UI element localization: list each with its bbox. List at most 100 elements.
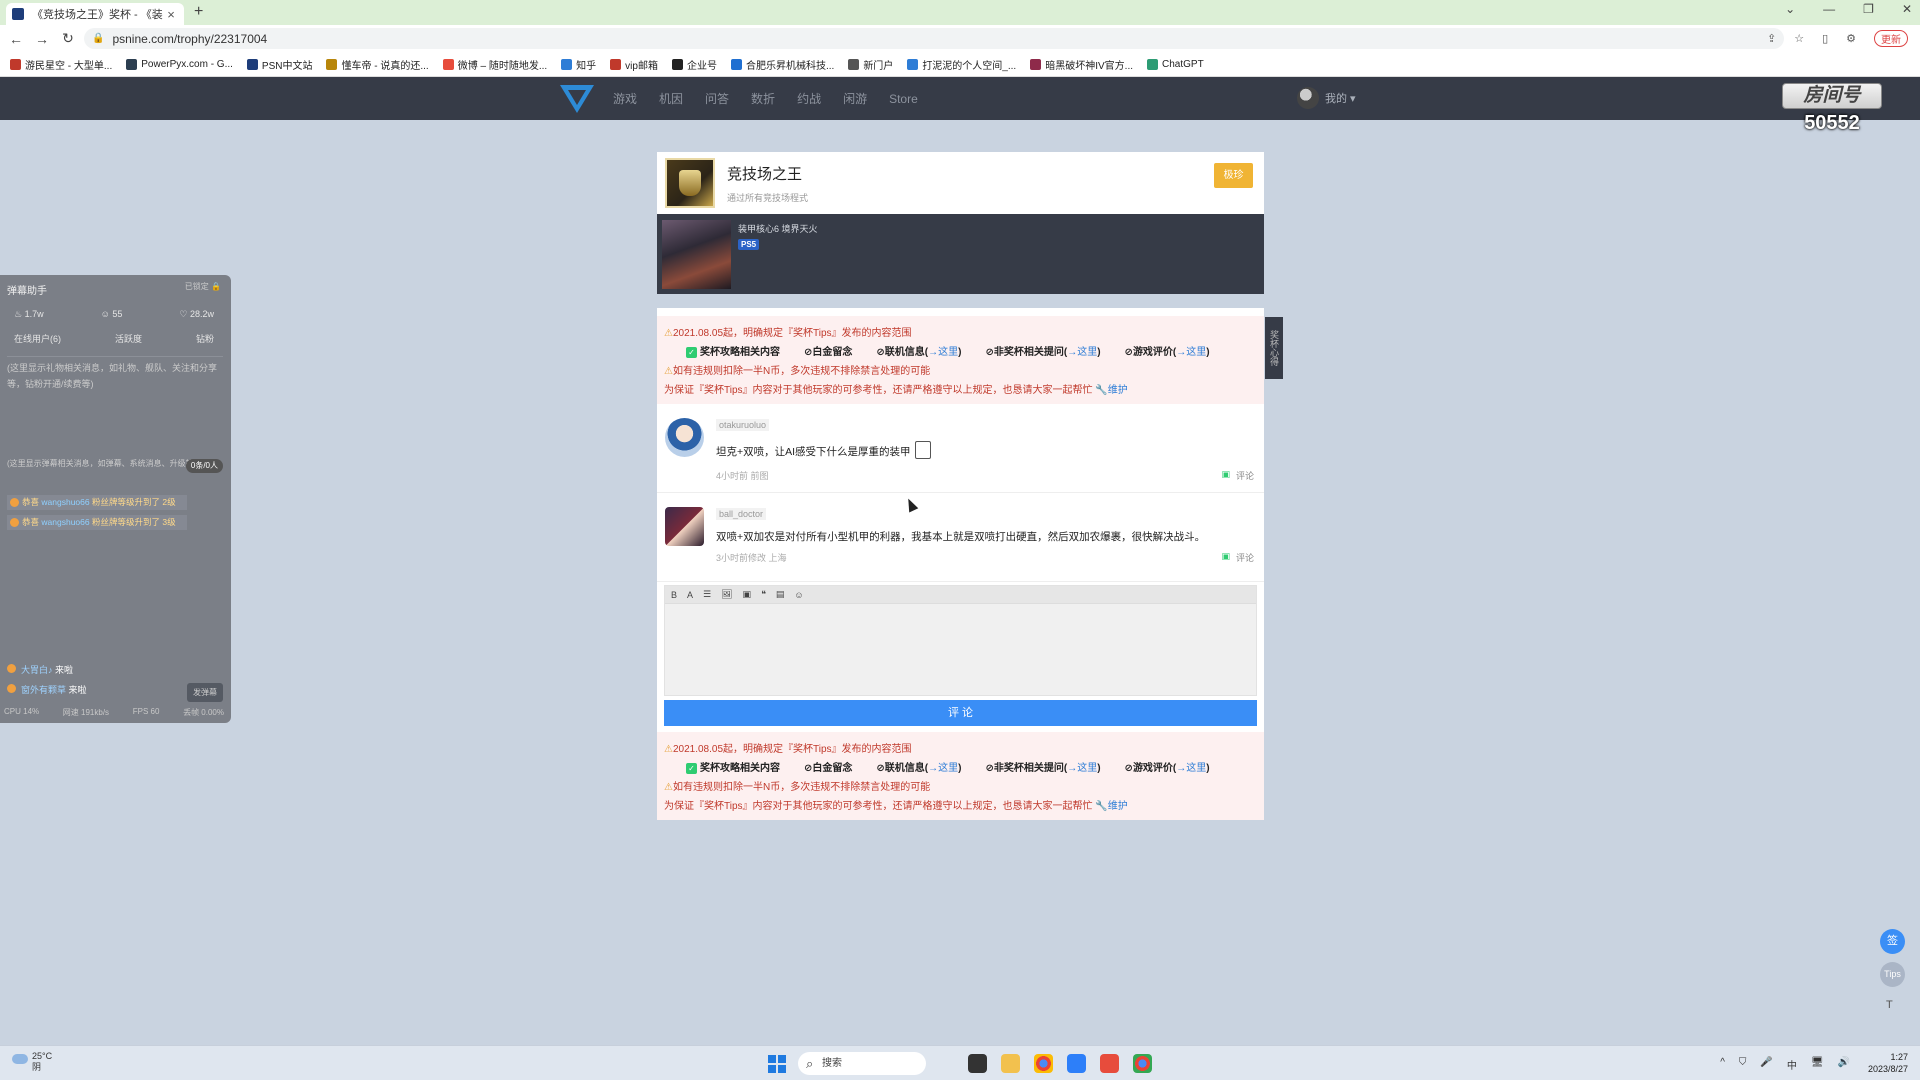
app-icon[interactable]	[1100, 1054, 1119, 1073]
emoji-icon[interactable]: ☺	[794, 590, 803, 600]
bookmark-label: 游民星空 - 大型单...	[25, 60, 113, 72]
flag-icon[interactable]: ▣	[1221, 551, 1230, 564]
rule-link[interactable]: →这里	[1176, 347, 1206, 358]
table-icon[interactable]: ▤	[776, 589, 785, 600]
commenter-name[interactable]: otakuruoluo	[716, 419, 770, 431]
rule-link[interactable]: →这里	[1067, 347, 1097, 358]
bookmark-item[interactable]: 懂车帝 - 说真的还...	[326, 57, 429, 72]
rule-link[interactable]: →这里	[928, 763, 958, 774]
weather-widget[interactable]: 25°C 阴	[12, 1051, 52, 1073]
bookmark-item[interactable]: PowerPyx.com - G...	[126, 58, 233, 70]
bookmark-item[interactable]: 合肥乐昇机械科技...	[730, 57, 834, 72]
flag-icon[interactable]: ▣	[1221, 469, 1230, 482]
tray-expand-icon[interactable]: ^	[1720, 1057, 1725, 1072]
tab-search-icon[interactable]: ⌄	[1785, 2, 1795, 16]
image-icon[interactable]: 🖼	[721, 589, 732, 600]
bookmark-item[interactable]: vip邮箱	[610, 57, 658, 72]
nav-item[interactable]: 机因	[659, 90, 683, 107]
minimize-button[interactable]: —	[1823, 2, 1835, 16]
warning-icon: ⚠	[664, 782, 673, 793]
bookmark-item[interactable]: 游民星空 - 大型单...	[10, 57, 112, 72]
tab-fans[interactable]: 钻粉	[196, 332, 214, 345]
warning-icon: ⚠	[664, 744, 673, 755]
new-tab-button[interactable]: +	[194, 3, 203, 21]
chrome-active-icon[interactable]	[1133, 1054, 1152, 1073]
font-color-icon[interactable]: A	[687, 590, 693, 600]
bookmark-star-icon[interactable]: ☆	[1794, 32, 1804, 45]
video-icon[interactable]: ▣	[743, 589, 752, 600]
nav-item[interactable]: Store	[889, 92, 918, 106]
chrome-icon[interactable]	[1034, 1054, 1053, 1073]
file-explorer-icon[interactable]	[1001, 1054, 1020, 1073]
game-cover-image[interactable]	[662, 220, 731, 289]
comment-text: 双喷+双加农是对付所有小型机甲的利器，我基本上就是双喷打出硬直，然后双加农爆裹，…	[716, 531, 1206, 543]
reply-link[interactable]: 评论	[1236, 551, 1254, 564]
lock-icon[interactable]: 🔒	[92, 33, 104, 44]
game-strip[interactable]: 装甲核心6 境界天火 PS5	[657, 214, 1264, 294]
forward-icon[interactable]: →	[32, 31, 52, 47]
mic-icon[interactable]: 🎤	[1760, 1057, 1772, 1072]
user-menu[interactable]: 我的 ▾	[1297, 87, 1356, 109]
update-button[interactable]: 更新	[1874, 30, 1908, 47]
reload-icon[interactable]: ↻	[58, 30, 78, 47]
nav-item[interactable]: 游戏	[613, 90, 637, 107]
sign-in-button[interactable]: 签	[1880, 929, 1905, 954]
bold-icon[interactable]: B	[671, 590, 677, 600]
taskbar-search[interactable]: 搜索	[798, 1052, 926, 1075]
lock-status[interactable]: 已锁定 🔒	[185, 281, 221, 292]
task-view-icon[interactable]	[968, 1054, 987, 1073]
nav-item[interactable]: 数折	[751, 90, 775, 107]
back-to-top-button[interactable]: T	[1886, 999, 1893, 1011]
bookmark-item[interactable]: ChatGPT	[1147, 58, 1204, 70]
commenter-avatar[interactable]	[665, 418, 704, 457]
extension-icon[interactable]: ⚙	[1846, 32, 1856, 45]
close-window-button[interactable]: ✕	[1902, 2, 1912, 16]
share-icon[interactable]: ⇪	[1767, 32, 1776, 45]
app-icon[interactable]	[1067, 1054, 1086, 1073]
bookmark-item[interactable]: 知乎	[561, 57, 596, 72]
commenter-name[interactable]: ball_doctor	[716, 508, 767, 520]
clock[interactable]: 1:27 2023/8/27	[1868, 1051, 1908, 1075]
notice-date-line: 2021.08.05起，明确规定『奖杯Tips』发布的内容范围	[672, 328, 912, 339]
commenter-avatar[interactable]	[665, 507, 704, 546]
back-icon[interactable]: ←	[6, 31, 26, 47]
bookmark-item[interactable]: PSN中文站	[246, 57, 312, 72]
rule-link[interactable]: →这里	[928, 347, 958, 358]
sidepanel-icon[interactable]: ▯	[1822, 32, 1828, 45]
close-tab-icon[interactable]: ×	[164, 7, 178, 22]
nav-item[interactable]: 约战	[797, 90, 821, 107]
bookmark-item[interactable]: 企业号	[671, 57, 717, 72]
shield-icon[interactable]: ⛉	[1739, 1057, 1747, 1072]
bookmark-favicon-icon	[610, 58, 622, 70]
maintain-link[interactable]: 维护	[1108, 385, 1128, 396]
windows-start-icon[interactable]	[768, 1055, 786, 1073]
tips-side-tab[interactable]: 奖杯心得	[1265, 317, 1283, 379]
bookmark-item[interactable]: 暗黑破坏神IV官方...	[1030, 57, 1133, 72]
volume-icon[interactable]: 🔊	[1838, 1057, 1850, 1072]
rule-link[interactable]: →这里	[1176, 763, 1206, 774]
browser-tab[interactable]: 《竞技场之王》奖杯 - 《装甲核... ×	[6, 3, 184, 25]
tips-button[interactable]: Tips	[1880, 962, 1905, 987]
bookmark-item[interactable]: 新门户	[848, 57, 893, 72]
ime-indicator[interactable]: 中	[1787, 1057, 1797, 1072]
bookmark-item[interactable]: 打泥泥的个人空间_...	[907, 57, 1016, 72]
user-avatar[interactable]	[1297, 87, 1319, 109]
submit-comment-button[interactable]: 评 论	[664, 700, 1257, 726]
tab-online-users[interactable]: 在线用户(6)	[14, 332, 61, 345]
reply-link[interactable]: 评论	[1236, 469, 1254, 482]
list-icon[interactable]: ☰	[703, 589, 711, 600]
nav-item[interactable]: 闲游	[843, 90, 867, 107]
psnine-logo-icon[interactable]	[560, 85, 594, 113]
tab-activity[interactable]: 活跃度	[115, 332, 142, 345]
send-danmu-button[interactable]: 发弹幕	[187, 683, 223, 702]
nav-item[interactable]: 问答	[705, 90, 729, 107]
bookmark-item[interactable]: 微博 – 随时随地发...	[442, 57, 547, 72]
rule-link[interactable]: →这里	[1067, 763, 1097, 774]
url-bar[interactable]: 🔒 psnine.com/trophy/22317004	[84, 28, 1784, 49]
game-title[interactable]: 装甲核心6 境界天火	[738, 222, 818, 235]
restore-button[interactable]: ❐	[1863, 2, 1874, 16]
comment-editor[interactable]: B A ☰ 🖼 ▣ ❝ ▤ ☺	[664, 585, 1257, 696]
maintain-link[interactable]: 维护	[1108, 801, 1128, 812]
quote-icon[interactable]: ❝	[761, 589, 766, 600]
network-icon[interactable]: 🖥	[1811, 1057, 1824, 1072]
